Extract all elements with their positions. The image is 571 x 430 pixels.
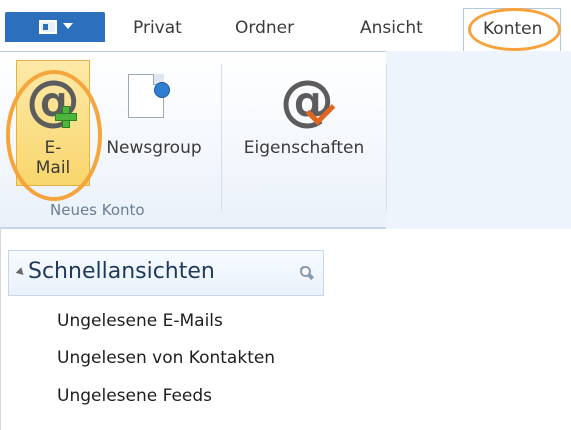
email-button-label-line2: Mail bbox=[35, 158, 71, 178]
collapse-triangle-icon[interactable] bbox=[15, 267, 27, 278]
properties-button[interactable]: Eigenschaften bbox=[234, 138, 374, 158]
ribbon-group-separator bbox=[221, 64, 222, 212]
tab-privat[interactable]: Privat bbox=[133, 18, 182, 38]
newsgroup-button[interactable]: Newsgroup bbox=[98, 138, 210, 158]
tab-ansicht[interactable]: Ansicht bbox=[360, 18, 423, 38]
file-menu-icon bbox=[39, 20, 57, 34]
email-button-label-line1: E- bbox=[44, 138, 62, 158]
chevron-down-icon bbox=[63, 23, 73, 29]
pane-border bbox=[0, 229, 1, 430]
ribbon-empty-area bbox=[386, 51, 571, 229]
file-menu-button[interactable] bbox=[5, 12, 105, 42]
folder-item-unread-from-contacts[interactable]: Ungelesen von Kontakten bbox=[57, 348, 275, 368]
newsgroup-pin-icon bbox=[154, 82, 170, 98]
tab-ordner[interactable]: Ordner bbox=[235, 18, 294, 38]
ribbon-group-separator bbox=[386, 64, 387, 212]
ribbon-tab-bar: Privat Ordner Ansicht Konten bbox=[0, 0, 571, 52]
folder-item-unread-emails[interactable]: Ungelesene E-Mails bbox=[57, 311, 223, 331]
add-plus-icon bbox=[55, 106, 77, 128]
quick-views-title: Schnellansichten bbox=[28, 259, 215, 284]
folder-item-unread-feeds[interactable]: Ungelesene Feeds bbox=[57, 386, 212, 406]
tab-konten-label: Konten bbox=[483, 19, 543, 39]
tab-konten[interactable]: Konten bbox=[463, 8, 561, 52]
wrench-icon[interactable] bbox=[299, 265, 315, 281]
quick-views-header[interactable]: Schnellansichten bbox=[8, 250, 324, 296]
ribbon-group-label: Neues Konto bbox=[50, 201, 145, 219]
